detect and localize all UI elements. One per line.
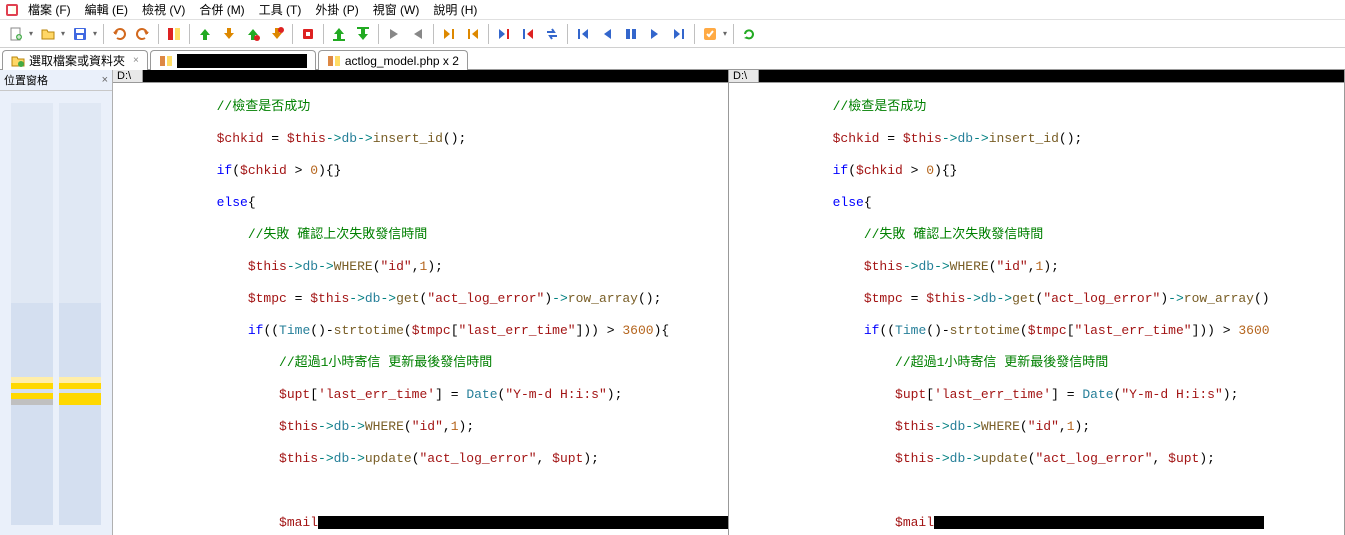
toolbar-separator: [158, 24, 159, 44]
toolbar-separator: [488, 24, 489, 44]
toolbar: ▾ ▾ ▾ ▾: [0, 20, 1345, 48]
nav-prev-button[interactable]: [596, 23, 618, 45]
tab-close-button[interactable]: ×: [133, 55, 139, 66]
merge-left-all-button[interactable]: [328, 23, 350, 45]
toolbar-separator: [733, 24, 734, 44]
prev-diff-button[interactable]: [194, 23, 216, 45]
toolbar-separator: [189, 24, 190, 44]
undo-button[interactable]: [108, 23, 130, 45]
work-area: 位置窗格 ×: [0, 70, 1345, 535]
folder-select-icon: [11, 54, 25, 68]
redo-button[interactable]: [132, 23, 154, 45]
toolbar-separator: [323, 24, 324, 44]
tab-select-files[interactable]: 選取檔案或資料夾 ×: [2, 50, 148, 70]
tab-label: 選取檔案或資料夾: [29, 52, 125, 69]
dropdown-arrow-icon[interactable]: ▾: [720, 29, 730, 38]
dropdown-arrow-icon[interactable]: ▾: [58, 29, 68, 38]
copy-right-button[interactable]: [383, 23, 405, 45]
next-conflict-button[interactable]: [266, 23, 288, 45]
location-pane-header: 位置窗格 ×: [0, 70, 112, 91]
copy-right-advance-button[interactable]: [438, 23, 460, 45]
nav-current-button[interactable]: [620, 23, 642, 45]
location-overview[interactable]: [0, 91, 112, 529]
new-file-button[interactable]: [5, 23, 27, 45]
tab-label: actlog_model.php x 2: [345, 54, 459, 68]
diff-pane-button[interactable]: [163, 23, 185, 45]
left-code-view[interactable]: //檢查是否成功 $chkid = $this->db->insert_id()…: [113, 83, 728, 535]
toolbar-separator: [378, 24, 379, 44]
left-pane: D:\ //檢查是否成功 $chkid = $this->db->insert_…: [113, 70, 729, 535]
right-pane: D:\ //檢查是否成功 $chkid = $this->db->insert_…: [729, 70, 1345, 535]
tab-bar: 選取檔案或資料夾 × actlog_model.php x 2: [0, 48, 1345, 70]
redacted-path: [143, 70, 728, 82]
tab-actlog[interactable]: actlog_model.php x 2: [318, 50, 468, 70]
redacted-label: [177, 54, 307, 68]
toolbar-separator: [103, 24, 104, 44]
copy-left-advance-button[interactable]: [462, 23, 484, 45]
menu-merge[interactable]: 合併 (M): [193, 0, 250, 19]
nav-last-button[interactable]: [668, 23, 690, 45]
right-pane-header: D:\: [729, 70, 1344, 83]
toggle-view-button[interactable]: [699, 23, 721, 45]
save-button[interactable]: [69, 23, 91, 45]
dropdown-arrow-icon[interactable]: ▾: [26, 29, 36, 38]
toolbar-separator: [433, 24, 434, 44]
menu-tools[interactable]: 工具 (T): [253, 0, 308, 19]
menu-file[interactable]: 檔案 (F): [22, 0, 77, 19]
nav-first-button[interactable]: [572, 23, 594, 45]
swap-panes-button[interactable]: [541, 23, 563, 45]
toolbar-separator: [292, 24, 293, 44]
menu-bar: 檔案 (F) 編輯 (E) 檢視 (V) 合併 (M) 工具 (T) 外掛 (P…: [0, 0, 1345, 20]
next-diff-button[interactable]: [218, 23, 240, 45]
menu-window[interactable]: 視窗 (W): [367, 0, 426, 19]
left-pane-header: D:\: [113, 70, 728, 83]
toolbar-separator: [694, 24, 695, 44]
last-diff-button[interactable]: [517, 23, 539, 45]
reload-button[interactable]: [297, 23, 319, 45]
compare-icon: [159, 54, 173, 68]
toolbar-separator: [567, 24, 568, 44]
location-pane-close[interactable]: ×: [102, 74, 108, 86]
menu-help[interactable]: 說明 (H): [427, 0, 483, 19]
right-drive-label: D:\: [729, 70, 759, 82]
nav-next-button[interactable]: [644, 23, 666, 45]
copy-left-button[interactable]: [407, 23, 429, 45]
compare-icon: [327, 54, 341, 68]
menu-plugins[interactable]: 外掛 (P): [309, 0, 364, 19]
left-drive-label: D:\: [113, 70, 143, 82]
dropdown-arrow-icon[interactable]: ▾: [90, 29, 100, 38]
first-diff-button[interactable]: [493, 23, 515, 45]
app-icon: [4, 2, 20, 18]
refresh-button[interactable]: [738, 23, 760, 45]
menu-edit[interactable]: 編輯 (E): [79, 0, 134, 19]
merge-right-all-button[interactable]: [352, 23, 374, 45]
menu-view[interactable]: 檢視 (V): [136, 0, 191, 19]
tab-redacted[interactable]: [150, 50, 316, 70]
location-pane: 位置窗格 ×: [0, 70, 113, 535]
location-pane-title: 位置窗格: [4, 72, 48, 88]
prev-conflict-button[interactable]: [242, 23, 264, 45]
right-code-view[interactable]: //檢查是否成功 $chkid = $this->db->insert_id()…: [729, 83, 1344, 535]
open-folder-button[interactable]: [37, 23, 59, 45]
redacted-path: [759, 70, 1344, 82]
